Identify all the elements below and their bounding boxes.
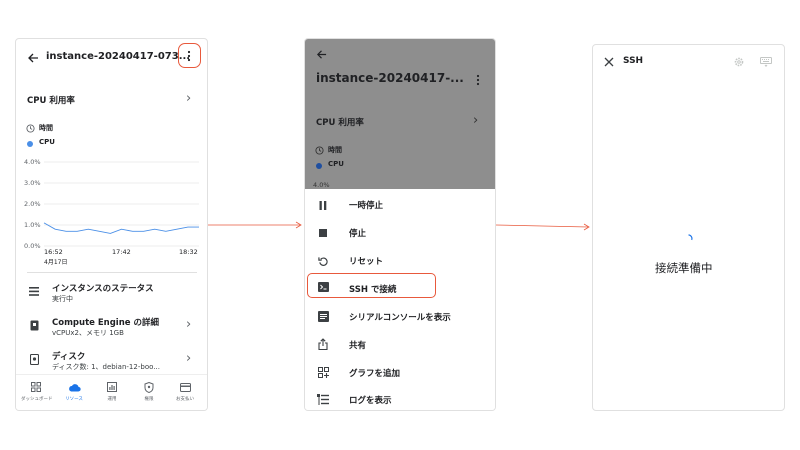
- back-arrow-icon: [314, 47, 328, 61]
- cpu-section-label: CPU 利用率: [316, 118, 364, 128]
- panel-ssh: SSH 接続準備中: [592, 44, 785, 411]
- serial-console-icon: [316, 309, 330, 323]
- x-date: 4月17日: [44, 259, 68, 266]
- disk-icon: [28, 353, 40, 365]
- loading-spinner-icon: [683, 233, 693, 243]
- clock-icon: [25, 123, 35, 133]
- cpu-series-line: [43, 222, 199, 234]
- nav-permissions-label: 権限: [144, 397, 154, 402]
- clock-icon: [314, 145, 324, 155]
- disk-value: ディスク数: 1、debian-12-boo...: [52, 363, 160, 371]
- menu-item-pause[interactable]: 一時停止: [349, 199, 383, 211]
- chevron-right-icon[interactable]: ›: [186, 91, 191, 106]
- y-tick: 3.0%: [24, 179, 41, 187]
- dashboard-icon[interactable]: [30, 381, 42, 393]
- menu-item-stop[interactable]: 停止: [349, 227, 366, 239]
- y-tick: 1.0%: [24, 221, 41, 229]
- page-title: instance-20240417-...: [316, 71, 464, 85]
- share-icon: [316, 337, 330, 351]
- gear-icon[interactable]: [732, 55, 745, 68]
- menu-item-reset[interactable]: リセット: [349, 255, 383, 267]
- compute-value: vCPUx2、メモリ 1GB: [52, 329, 124, 337]
- shield-icon[interactable]: [143, 381, 155, 393]
- cpu-legend-dot: [316, 163, 322, 169]
- status-title: インスタンスのステータス: [52, 284, 154, 294]
- ssh-title: SSH: [623, 56, 644, 66]
- menu-item-view-logs[interactable]: ログを表示: [349, 394, 392, 406]
- list-item-compute[interactable]: Compute Engine の詳細 vCPUx2、メモリ 1GB ›: [16, 311, 207, 341]
- nav-resources-label: リソース: [65, 397, 83, 402]
- back-arrow-icon[interactable]: [26, 51, 40, 65]
- y-tick: 4.0%: [313, 181, 330, 189]
- dimmed-background: instance-20240417-... CPU 利用率 › 時間 CPU 4…: [305, 39, 495, 189]
- add-chart-icon: [316, 365, 330, 379]
- reset-icon: [316, 254, 330, 268]
- legend-cpu: CPU: [39, 138, 55, 146]
- panel-instance-details: instance-20240417-073... CPU 利用率 › 時間 CP…: [15, 38, 208, 411]
- connecting-status: 接続準備中: [655, 261, 713, 275]
- chevron-right-icon: ›: [186, 351, 192, 366]
- more-vert-icon: [473, 73, 483, 87]
- nav-operations-label: 運用: [107, 397, 117, 402]
- chevron-right-icon: ›: [473, 113, 479, 128]
- y-tick: 2.0%: [24, 200, 41, 208]
- nav-billing-label: お支払い: [176, 397, 194, 402]
- bottom-nav: ダッシュボード リソース 運用 権限 お支払い: [16, 374, 207, 410]
- chart-icon[interactable]: [106, 381, 118, 393]
- disk-title: ディスク: [52, 352, 86, 362]
- x-tick: 17:42: [112, 248, 131, 256]
- list-item-status[interactable]: インスタンスのステータス 実行中: [16, 277, 207, 307]
- more-vert-icon[interactable]: [182, 48, 196, 64]
- divider: [27, 272, 197, 273]
- chip-icon: [28, 319, 40, 331]
- cloud-icon[interactable]: [67, 381, 81, 393]
- stop-icon: [316, 226, 330, 240]
- keyboard-icon[interactable]: [759, 55, 773, 68]
- menu-item-add-chart[interactable]: グラフを追加: [349, 367, 400, 379]
- chevron-right-icon: ›: [186, 317, 192, 332]
- logs-icon: [316, 392, 330, 406]
- legend-cpu: CPU: [328, 160, 344, 168]
- legend-time: 時間: [328, 146, 342, 154]
- legend-time: 時間: [39, 124, 53, 132]
- panel-action-menu: instance-20240417-... CPU 利用率 › 時間 CPU 4…: [304, 38, 496, 411]
- cpu-legend-dot: [27, 141, 33, 147]
- action-sheet: 一時停止 停止 リセット SSH で接続 シリアルコンソールを表示 共有 グラフ…: [305, 189, 495, 410]
- list-item-disk[interactable]: ディスク ディスク数: 1、debian-12-boo... ›: [16, 345, 207, 375]
- pause-icon: [316, 198, 330, 212]
- status-value: 実行中: [52, 295, 73, 303]
- y-tick: 0.0%: [24, 242, 41, 250]
- menu-item-share[interactable]: 共有: [349, 339, 366, 351]
- page-title: instance-20240417-073...: [46, 51, 191, 62]
- menu-item-serial-console[interactable]: シリアルコンソールを表示: [349, 311, 451, 323]
- menu-item-ssh[interactable]: SSH で接続: [349, 283, 396, 295]
- list-icon: [28, 285, 40, 297]
- close-icon[interactable]: [603, 56, 615, 68]
- nav-dashboard-label: ダッシュボード: [21, 397, 53, 402]
- x-tick: 18:32: [179, 248, 198, 256]
- compute-title: Compute Engine の詳細: [52, 318, 159, 328]
- cpu-section-label: CPU 利用率: [27, 96, 75, 106]
- billing-icon[interactable]: [179, 381, 191, 393]
- y-tick: 4.0%: [24, 158, 41, 166]
- x-tick: 16:52: [44, 248, 63, 256]
- terminal-icon: [316, 280, 330, 294]
